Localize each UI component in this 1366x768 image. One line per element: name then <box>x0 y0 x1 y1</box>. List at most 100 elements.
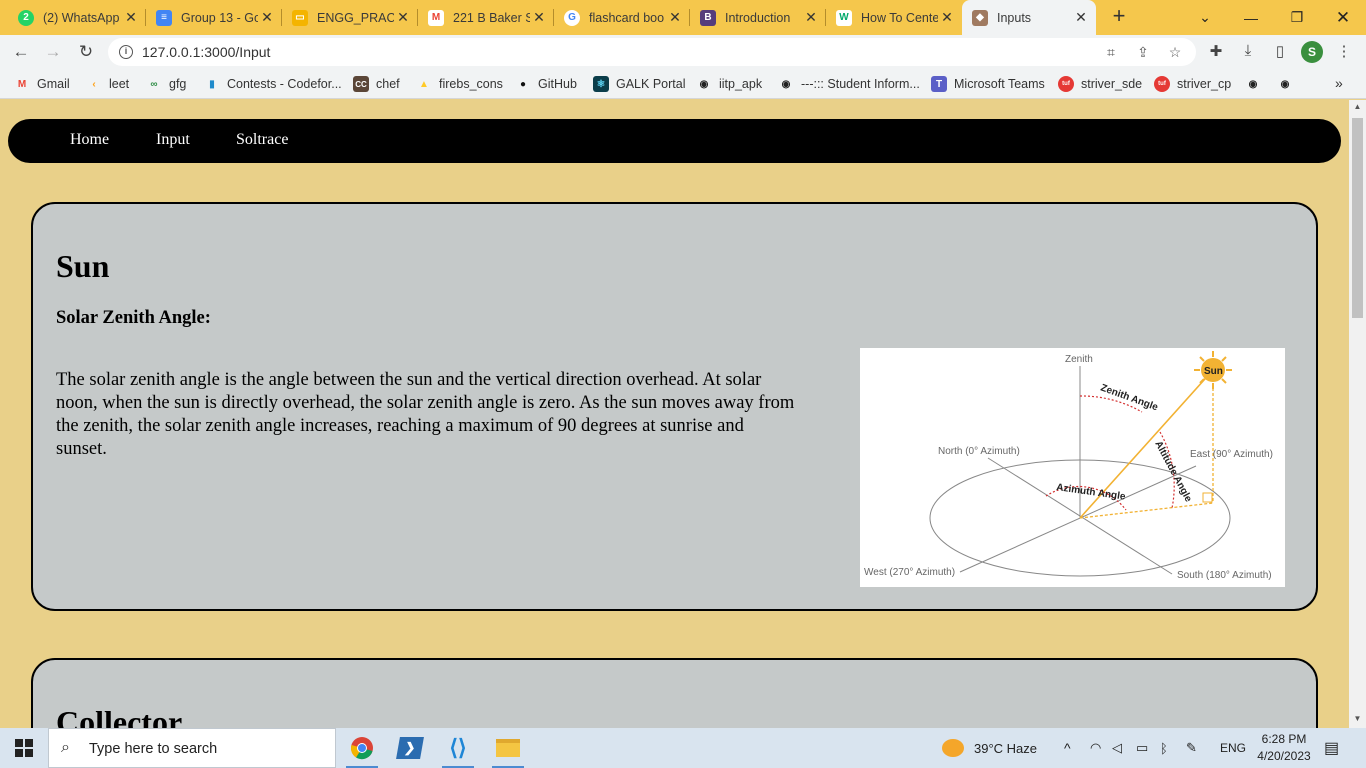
reload-icon[interactable]: ↻ <box>73 40 99 64</box>
close-tab-icon[interactable]: ✕ <box>802 9 820 26</box>
url-text[interactable]: 127.0.0.1:3000/Input <box>142 44 270 60</box>
weather-text: 39°C Haze <box>974 740 1038 756</box>
bookmark-student-info[interactable]: ◉ ---::: Student Inform... <box>778 75 920 93</box>
scroll-down-arrow-icon[interactable]: ▼ <box>1349 714 1366 726</box>
bookmark-label: firebs_cons <box>439 77 503 91</box>
file-explorer-app-icon[interactable] <box>484 728 532 768</box>
tab-group13[interactable]: ≡ Group 13 - Go ✕ <box>146 0 282 35</box>
tab-baker-street[interactable]: M 221 B Baker S ✕ <box>418 0 554 35</box>
vscode-app-icon[interactable]: ⟨⟩ <box>434 728 482 768</box>
search-placeholder[interactable]: Type here to search <box>89 741 217 757</box>
close-tab-icon[interactable]: ✕ <box>666 9 684 26</box>
weather-widget[interactable]: 39°C Haze <box>942 728 1037 768</box>
bookmark-chef[interactable]: CC chef <box>353 75 400 93</box>
show-hidden-icons-icon[interactable]: ^ <box>1064 728 1071 768</box>
taskbar-search[interactable]: ⌕ Type here to search <box>48 728 336 768</box>
bookmark-label: gfg <box>169 77 187 91</box>
close-tab-icon[interactable]: ✕ <box>1072 9 1090 26</box>
azimuth-angle-label: Azimuth Angle <box>1056 482 1127 503</box>
bookmark-gfg[interactable]: ∞ gfg <box>146 75 186 93</box>
codechef-icon: CC <box>353 76 369 92</box>
collector-card: Collector <box>31 658 1318 728</box>
bookmark-iitp-apk[interactable]: ◉ iitp_apk <box>696 75 762 93</box>
scroll-thumb[interactable] <box>1352 118 1363 318</box>
download-icon[interactable]: ⤓ <box>1238 42 1258 62</box>
close-tab-icon[interactable]: ✕ <box>530 9 548 26</box>
bookmark-star-icon[interactable]: ☆ <box>1166 44 1184 60</box>
menu-icon[interactable]: ⋮ <box>1334 42 1354 62</box>
search-icon: ⌕ <box>61 739 70 756</box>
bookmark-galk-portal[interactable]: ⚛ GALK Portal <box>593 75 685 93</box>
nav-input[interactable]: Input <box>156 131 190 149</box>
address-bar[interactable]: i 127.0.0.1:3000/Input ⌗ ⇪ ☆ <box>108 38 1196 66</box>
nav-soltrace[interactable]: Soltrace <box>236 131 288 149</box>
tab-inputs[interactable]: ◆ Inputs ✕ <box>962 0 1096 35</box>
bookmark-globe-2[interactable]: ◉ <box>1277 75 1300 93</box>
profile-avatar[interactable]: S <box>1301 41 1323 63</box>
globe-icon: ◉ <box>781 78 791 90</box>
solar-angles-diagram: Sun Zenith Zenith Angle Altitude Angle A… <box>860 348 1285 587</box>
react-icon: ⚛ <box>593 76 609 92</box>
extensions-icon[interactable]: ✚ <box>1206 42 1226 62</box>
right-angle-marker <box>1202 492 1213 503</box>
east-label: East (90° Azimuth) <box>1190 449 1273 460</box>
bookmark-label: GitHub <box>538 77 577 91</box>
close-tab-icon[interactable]: ✕ <box>938 9 956 26</box>
tab-whatsapp[interactable]: 2 (2) WhatsApp ✕ <box>8 0 146 35</box>
powershell-app-icon[interactable]: ❯ <box>386 728 434 768</box>
network-icon[interactable]: ◠ <box>1090 728 1101 768</box>
site-info-icon[interactable]: i <box>119 45 133 59</box>
bookmark-label: striver_sde <box>1081 77 1143 91</box>
sun-heading: Sun <box>56 248 110 284</box>
bluetooth-icon[interactable]: ᛒ <box>1160 728 1168 768</box>
bookmark-striver-sde[interactable]: tuf striver_sde <box>1058 75 1142 93</box>
share-icon[interactable]: ⇪ <box>1134 44 1152 60</box>
close-tab-icon[interactable]: ✕ <box>394 9 412 26</box>
system-clock[interactable]: 6:28 PM 4/20/2023 <box>1252 731 1316 765</box>
back-arrow-icon[interactable]: ← <box>8 40 34 64</box>
pen-icon[interactable]: ✎ <box>1186 728 1197 768</box>
south-label: South (180° Azimuth) <box>1177 570 1272 581</box>
minimize-button[interactable]: — <box>1228 0 1274 35</box>
bookmark-gmail[interactable]: M Gmail <box>14 75 70 93</box>
google-icon: G <box>564 9 580 26</box>
nav-home[interactable]: Home <box>70 131 109 149</box>
tab-how-to-center[interactable]: W How To Cente ✕ <box>826 0 962 35</box>
chrome-app-icon[interactable] <box>338 728 386 768</box>
tab-title: ENGG_PRACT <box>317 10 394 25</box>
tab-title: How To Cente <box>861 10 938 25</box>
close-window-button[interactable]: ✕ <box>1320 0 1366 35</box>
forward-arrow-icon[interactable]: → <box>40 40 66 64</box>
bookmark-firebase[interactable]: ▲ firebs_cons <box>416 75 503 93</box>
tab-search-icon[interactable]: ⌄ <box>1182 0 1228 35</box>
page-scrollbar[interactable]: ▲ ▼ <box>1349 100 1366 728</box>
globe-icon: ◉ <box>699 78 709 90</box>
language-indicator[interactable]: ENG <box>1220 728 1246 768</box>
bookmark-teams[interactable]: T Microsoft Teams <box>931 75 1045 93</box>
bookmark-label: chef <box>376 77 400 91</box>
bookmark-leet[interactable]: ‹ leet <box>86 75 129 93</box>
more-bookmarks-icon[interactable]: » <box>1335 75 1343 91</box>
bookmark-striver-cp[interactable]: tuf striver_cp <box>1154 75 1231 93</box>
close-tab-icon[interactable]: ✕ <box>122 9 140 26</box>
bookmark-github[interactable]: ● GitHub <box>515 75 577 93</box>
volume-muted-icon[interactable]: ◁ <box>1112 728 1122 768</box>
bookmark-label: Contests - Codefor... <box>227 77 342 91</box>
new-tab-button[interactable]: + <box>1108 5 1130 28</box>
translate-icon[interactable]: ⌗ <box>1102 44 1120 60</box>
scroll-up-arrow-icon[interactable]: ▲ <box>1349 102 1366 114</box>
windows-start-icon[interactable] <box>0 728 48 768</box>
tab-flashcard[interactable]: G flashcard boo ✕ <box>554 0 690 35</box>
tab-engg-pract[interactable]: ▭ ENGG_PRACT ✕ <box>282 0 418 35</box>
notifications-icon[interactable]: ▤ <box>1324 728 1339 768</box>
sun-card: Sun Solar Zenith Angle: The solar zenith… <box>31 202 1318 611</box>
gfg-icon: ∞ <box>150 78 158 90</box>
bookmark-codeforces[interactable]: ▮ Contests - Codefor... <box>204 75 342 93</box>
side-panel-icon[interactable]: ▯ <box>1270 42 1290 62</box>
battery-icon[interactable]: ▭ <box>1136 728 1148 768</box>
close-tab-icon[interactable]: ✕ <box>258 9 276 26</box>
restore-button[interactable]: ❐ <box>1274 0 1320 35</box>
tab-introduction[interactable]: B Introduction ✕ <box>690 0 826 35</box>
bookmark-globe-1[interactable]: ◉ <box>1245 75 1268 93</box>
bootstrap-icon: B <box>700 9 716 26</box>
